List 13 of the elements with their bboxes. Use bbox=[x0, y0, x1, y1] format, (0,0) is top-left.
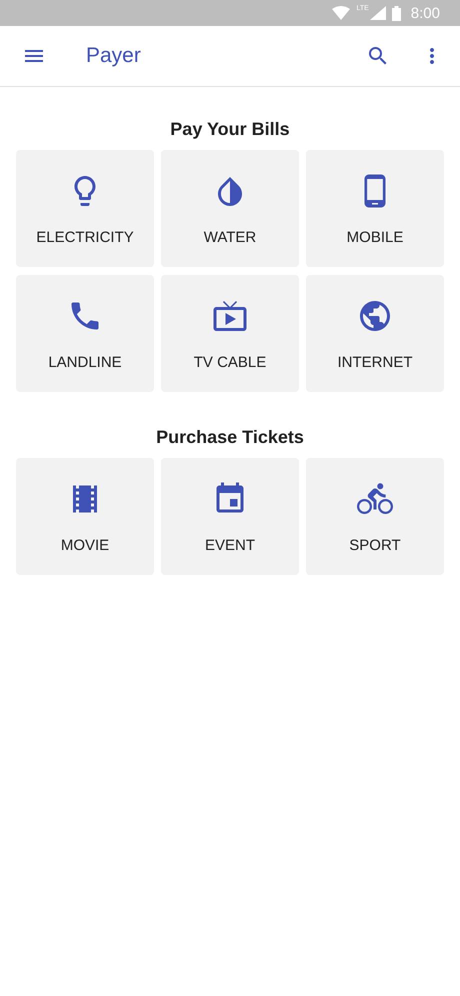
clock: 8:00 bbox=[410, 4, 440, 22]
section-title: Pay Your Bills bbox=[169, 119, 291, 140]
category-tile[interactable]: WATER bbox=[161, 150, 299, 267]
section-title: Purchase Tickets bbox=[155, 427, 305, 448]
category-tile[interactable]: MOBILE bbox=[306, 150, 444, 267]
category-tile[interactable]: MOVIE bbox=[16, 458, 154, 575]
app-title: Payer bbox=[86, 44, 142, 68]
category-tile[interactable]: ELECTRICITY bbox=[16, 150, 154, 267]
category-tile[interactable]: SPORT bbox=[306, 458, 444, 575]
category-tile[interactable]: INTERNET bbox=[306, 275, 444, 392]
category-tile[interactable]: TV CABLE bbox=[161, 275, 299, 392]
category-tile[interactable]: EVENT bbox=[161, 458, 299, 575]
category-tile[interactable]: LANDLINE bbox=[16, 275, 154, 392]
